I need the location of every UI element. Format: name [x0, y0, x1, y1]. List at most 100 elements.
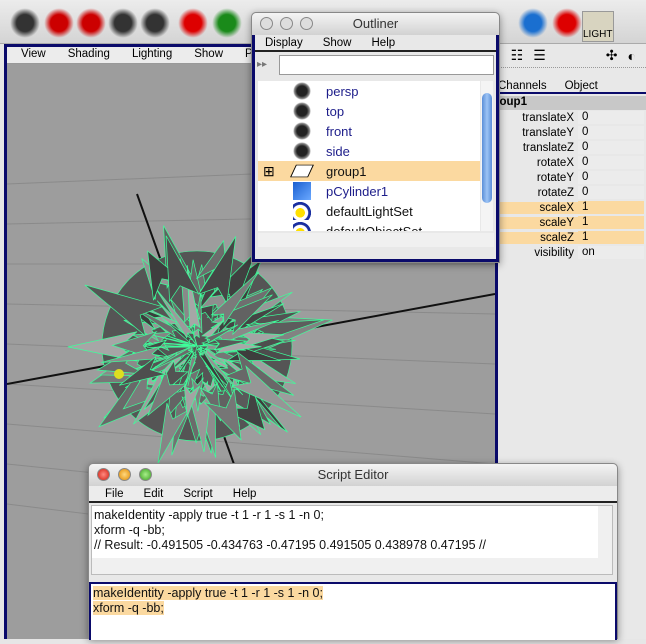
channel-value[interactable]: 0	[578, 156, 644, 169]
channel-row[interactable]: translateX0	[498, 110, 646, 125]
channel-row[interactable]: translateZ0	[498, 140, 646, 155]
outliner-filter-input[interactable]	[279, 55, 494, 75]
minimize-button[interactable]	[118, 468, 131, 481]
script-menu-help[interactable]: Help	[223, 488, 267, 500]
outliner-menu-help[interactable]: Help	[362, 37, 406, 49]
channel-name: translateY	[498, 127, 578, 139]
channel-value[interactable]: 0	[578, 126, 644, 139]
outliner-item[interactable]: side	[258, 141, 480, 161]
set-icon	[293, 222, 311, 231]
channel-value[interactable]: 0	[578, 186, 644, 199]
outliner-hscroll[interactable]	[258, 233, 494, 247]
outliner-item[interactable]: ⊞ group1	[258, 161, 480, 181]
outliner-menu-display[interactable]: Display	[255, 37, 313, 49]
channel-value[interactable]: on	[578, 246, 644, 259]
channel-value[interactable]: 0	[578, 171, 644, 184]
window-title: Script Editor	[318, 467, 389, 482]
viewport-menu-lighting[interactable]: Lighting	[118, 47, 180, 63]
outliner-item-label: top	[326, 104, 344, 119]
camera-dolly-icon[interactable]	[108, 8, 138, 38]
history-vscroll[interactable]	[598, 506, 612, 558]
script-menu-script[interactable]: Script	[173, 488, 222, 500]
outliner-item-label: front	[326, 124, 352, 139]
tab-object[interactable]: Object	[565, 80, 598, 92]
channel-value[interactable]: 1	[578, 201, 644, 214]
outliner-item-label: persp	[326, 84, 359, 99]
script-menu-file[interactable]: File	[95, 488, 134, 500]
input-line[interactable]: xform -q -bb;	[93, 601, 164, 615]
close-button[interactable]	[260, 17, 273, 30]
outliner-item-label: defaultObjectSet	[326, 224, 422, 232]
tab-channels[interactable]: Channels	[498, 80, 547, 92]
camera-icon	[293, 102, 311, 120]
script-editor-titlebar[interactable]: Script Editor	[89, 464, 617, 486]
minimize-button[interactable]	[280, 17, 293, 30]
channel-value[interactable]: 1	[578, 231, 644, 244]
viewport-menu-show[interactable]: Show	[180, 47, 231, 63]
camera-track-icon[interactable]	[76, 8, 106, 38]
camera-zoom-icon[interactable]	[140, 8, 170, 38]
channel-name: translateX	[498, 112, 578, 124]
channel-value[interactable]: 0	[578, 111, 644, 124]
viewport-menu-shading[interactable]: Shading	[54, 47, 118, 63]
outliner-item[interactable]: top	[258, 101, 480, 121]
channel-value[interactable]: 0	[578, 141, 644, 154]
viewport-menu-view[interactable]: View	[7, 47, 54, 63]
channel-row[interactable]: visibilityon	[498, 245, 646, 260]
outliner-scrollbar[interactable]	[481, 81, 493, 231]
input-pane[interactable]: makeIdentity -apply true -t 1 -r 1 -s 1 …	[89, 582, 617, 640]
shade-icon[interactable]: ◐	[628, 48, 636, 64]
list-icon[interactable]: ☷	[511, 47, 524, 64]
history-pane[interactable]: makeIdentity -apply true -t 1 -r 1 -s 1 …	[91, 505, 613, 575]
channel-name: rotateX	[498, 157, 578, 169]
script-menu-edit[interactable]: Edit	[134, 488, 174, 500]
axis-icon[interactable]: ✣	[606, 47, 618, 64]
channel-row[interactable]: rotateX0	[498, 155, 646, 170]
outliner-menu-show[interactable]: Show	[313, 37, 362, 49]
camera-icon	[293, 142, 311, 160]
channel-name: scaleY	[498, 217, 578, 229]
outliner-item[interactable]: persp	[258, 81, 480, 101]
channel-row[interactable]: scaleX1	[498, 200, 646, 215]
input-line[interactable]: makeIdentity -apply true -t 1 -r 1 -s 1 …	[93, 586, 323, 600]
outliner-item[interactable]: defaultLightSet	[258, 201, 480, 221]
pivot-marker	[114, 369, 124, 379]
outliner-titlebar[interactable]: Outliner	[252, 13, 499, 35]
green-arrow-icon[interactable]	[212, 8, 242, 38]
channel-name: rotateY	[498, 172, 578, 184]
channel-row[interactable]: rotateY0	[498, 170, 646, 185]
layers-icon[interactable]: ☰	[533, 47, 546, 64]
outliner-window: Outliner DisplayShowHelp ▸▸ persp top fron…	[251, 12, 500, 263]
cube-select-icon[interactable]	[518, 8, 548, 38]
outliner-item-label: group1	[326, 164, 366, 179]
red-arrow-icon[interactable]	[178, 8, 208, 38]
object-name: group1	[498, 96, 646, 110]
zoom-button[interactable]	[300, 17, 313, 30]
channel-name: visibility	[498, 247, 578, 259]
lights-button[interactable]: LIGHTS	[582, 11, 614, 42]
history-hscroll[interactable]	[92, 558, 612, 574]
channel-row[interactable]: scaleZ1	[498, 230, 646, 245]
group-icon	[290, 165, 314, 178]
camera-film-icon[interactable]	[10, 8, 40, 38]
zoom-button[interactable]	[139, 468, 152, 481]
lights-off-icon[interactable]	[552, 8, 582, 38]
scroll-thumb[interactable]	[482, 93, 492, 203]
expand-icon[interactable]: ⊞	[263, 163, 275, 180]
channel-row[interactable]: rotateZ0	[498, 185, 646, 200]
camera-icon	[293, 82, 311, 100]
history-line: makeIdentity -apply true -t 1 -r 1 -s 1 …	[94, 508, 610, 523]
close-button[interactable]	[97, 468, 110, 481]
script-editor-menubar: FileEditScriptHelp	[89, 486, 617, 503]
channel-value[interactable]: 1	[578, 216, 644, 229]
camera-icon	[293, 122, 311, 140]
outliner-item[interactable]: defaultObjectSet	[258, 221, 480, 231]
outliner-item[interactable]: front	[258, 121, 480, 141]
channel-row[interactable]: translateY0	[498, 125, 646, 140]
channel-row[interactable]: scaleY1	[498, 215, 646, 230]
outliner-item[interactable]: pCylinder1	[258, 181, 480, 201]
channel-name: scaleX	[498, 202, 578, 214]
filter-icon[interactable]: ▸▸	[257, 59, 279, 70]
camera-tumble-icon[interactable]	[44, 8, 74, 38]
outliner-item-label: pCylinder1	[326, 184, 388, 199]
